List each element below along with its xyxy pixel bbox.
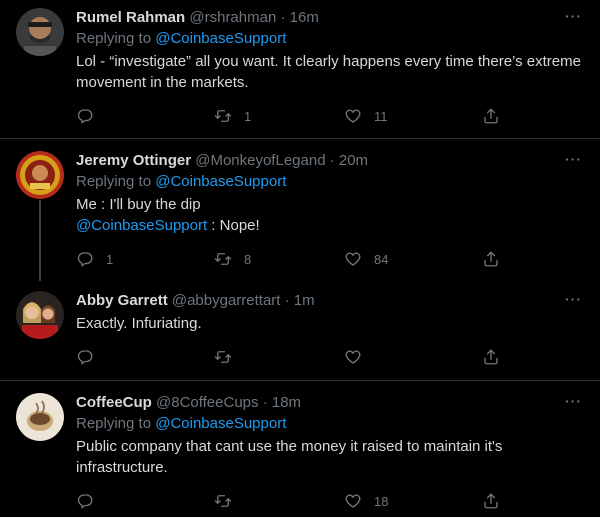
heart-icon [344,348,362,366]
mention-link[interactable]: @CoinbaseSupport [155,30,286,47]
replying-to: Replying to @CoinbaseSupport [76,29,584,49]
share-icon [482,492,500,510]
tweet-text: Me : I'll buy the dip @CoinbaseSupport :… [76,194,584,236]
separator-dot: · [284,292,290,309]
mention-link[interactable]: @CoinbaseSupport [155,415,286,432]
replying-label: Replying to [76,173,152,190]
timestamp[interactable]: 18m [272,394,301,411]
replying-to: Replying to @CoinbaseSupport [76,414,584,434]
like-button[interactable]: 18 [344,491,388,511]
share-icon [482,107,500,125]
retweet-button[interactable] [214,491,232,511]
reply-icon [76,250,94,268]
tweet-header: Abby Garrett @abbygarrettart · 1m [76,291,584,311]
tweet-actions: 18 [76,491,516,511]
like-count: 11 [374,108,388,124]
heart-icon [344,492,362,510]
tweet-text: Lol - “investigate” all you want. It cle… [76,53,581,91]
tweet-actions [76,347,516,367]
timestamp[interactable]: 16m [290,9,319,26]
user-handle[interactable]: @MonkeyofLegand [195,152,325,169]
display-name[interactable]: Abby Garrett [76,292,168,309]
share-button[interactable] [482,249,500,269]
reply-icon [76,348,94,366]
timestamp[interactable]: 20m [339,152,368,169]
like-count: 18 [374,493,389,509]
share-button[interactable] [482,491,500,511]
reply-icon [76,492,94,510]
heart-icon [344,250,362,268]
like-button[interactable]: 84 [344,249,388,269]
tweet[interactable]: Jeremy Ottinger @MonkeyofLegand · 20m Re… [0,139,600,281]
more-icon[interactable]: ··· [565,8,582,24]
tweet-actions: 1 11 [76,106,516,126]
share-button[interactable] [482,106,500,126]
display-name[interactable]: Jeremy Ottinger [76,152,191,169]
separator-dot: · [262,394,268,411]
reply-count: 1 [106,251,114,267]
user-handle[interactable]: @rshrahman [189,9,276,26]
mention-link[interactable]: @CoinbaseSupport [155,173,286,190]
tweet[interactable]: Abby Garrett @abbygarrettart · 1m Exactl… [0,281,600,381]
tweet-header: Rumel Rahman @rshrahman · 16m [76,8,584,28]
retweet-icon [214,107,232,125]
like-count: 84 [374,251,389,267]
share-button[interactable] [482,347,500,367]
avatar[interactable] [16,393,64,441]
tweet-text: Exactly. Infuriating. [76,315,202,332]
retweet-button[interactable]: 1 [214,106,251,126]
tweet[interactable]: CoffeeCup @8CoffeeCups · 18m Replying to… [0,381,600,517]
display-name[interactable]: Rumel Rahman [76,9,185,26]
more-icon[interactable]: ··· [565,393,582,409]
retweet-button[interactable] [214,347,232,367]
retweet-button[interactable]: 8 [214,249,251,269]
tweet-text: Public company that cant use the money i… [76,438,503,476]
like-button[interactable]: 11 [344,106,388,126]
tweet[interactable]: Rumel Rahman @rshrahman · 16m Replying t… [0,0,600,139]
share-icon [482,348,500,366]
separator-dot: · [329,152,335,169]
reply-button[interactable] [76,491,94,511]
tweet-text-fragment: : Nope! [207,217,260,234]
heart-icon [344,107,362,125]
avatar[interactable] [16,151,64,199]
retweet-icon [214,492,232,510]
mention-link[interactable]: @CoinbaseSupport [76,217,207,234]
reply-button[interactable] [76,106,106,126]
user-handle[interactable]: @abbygarrettart [172,292,281,309]
retweet-icon [214,348,232,366]
more-icon[interactable]: ··· [565,151,582,167]
separator-dot: · [280,9,286,26]
tweet-actions: 1 8 84 [76,249,516,269]
replying-to: Replying to @CoinbaseSupport [76,172,584,192]
reply-button[interactable] [76,347,94,367]
display-name[interactable]: CoffeeCup [76,394,152,411]
avatar[interactable] [16,8,64,56]
tweet-text-line: @CoinbaseSupport : Nope! [76,215,584,236]
tweet-header: Jeremy Ottinger @MonkeyofLegand · 20m [76,151,584,171]
reply-button[interactable]: 1 [76,249,113,269]
avatar[interactable] [16,291,64,339]
thread-line [39,200,41,281]
tweet-header: CoffeeCup @8CoffeeCups · 18m [76,393,584,413]
like-button[interactable] [344,347,362,367]
replying-label: Replying to [76,30,152,47]
timestamp[interactable]: 1m [294,292,315,309]
tweet-text-line: Me : I'll buy the dip [76,196,201,213]
retweet-count: 1 [244,108,252,124]
user-handle[interactable]: @8CoffeeCups [156,394,259,411]
reply-icon [76,107,94,125]
retweet-count: 8 [244,251,252,267]
share-icon [482,250,500,268]
more-icon[interactable]: ··· [565,291,582,307]
retweet-icon [214,250,232,268]
replying-label: Replying to [76,415,152,432]
